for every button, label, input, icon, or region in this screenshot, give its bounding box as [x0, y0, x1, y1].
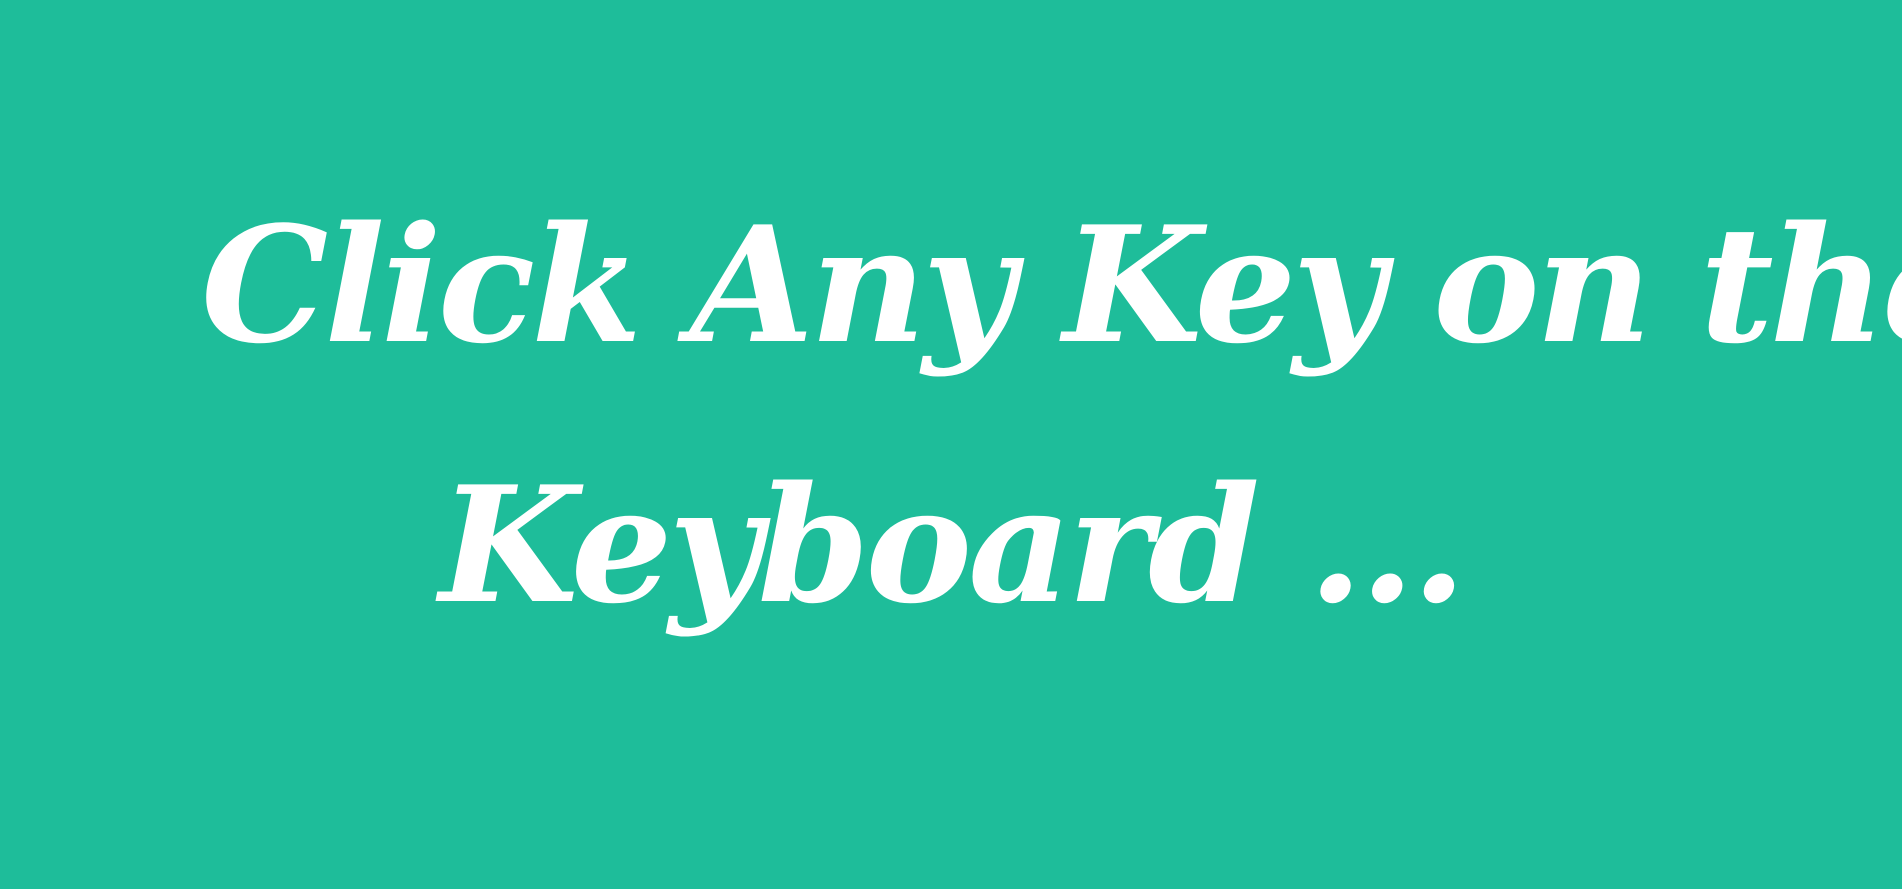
click-any-key-prompt: Click Any Key on the Keyboard ...	[201, 155, 1902, 675]
key-prompt-screen[interactable]: Click Any Key on the Keyboard ...	[0, 0, 1902, 889]
prompt-line-2: Keyboard ...	[439, 450, 1467, 639]
prompt-line-1: Click Any Key on the	[201, 190, 1902, 379]
